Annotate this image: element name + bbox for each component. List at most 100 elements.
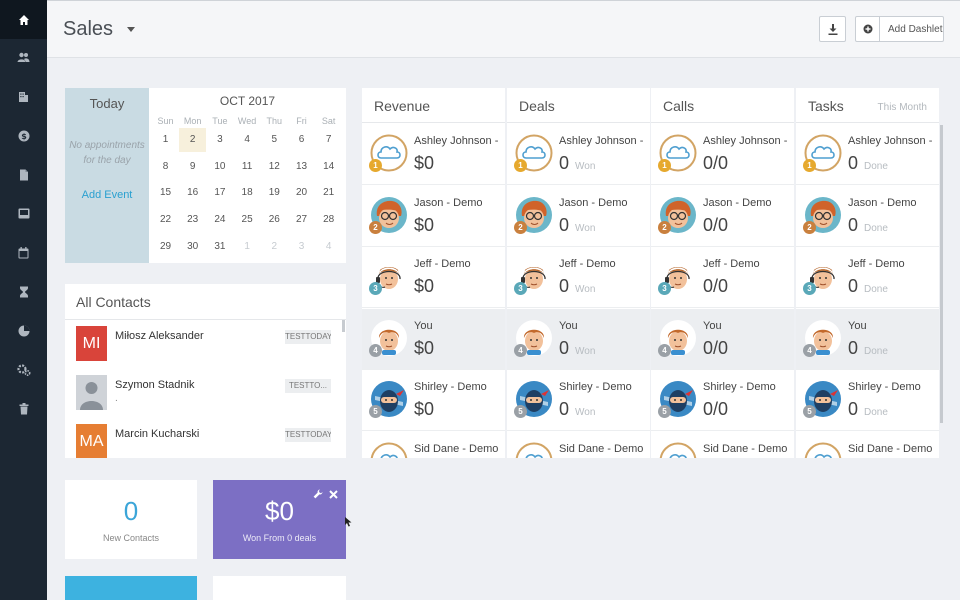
period-selector[interactable]: This Month	[878, 102, 927, 113]
leaderboard-row[interactable]: 6Sid Dane - Demo0Won	[507, 432, 650, 458]
calendar-day[interactable]: 2	[261, 235, 288, 259]
calendar-day[interactable]: 31	[206, 235, 233, 259]
calendar-day[interactable]: 17	[206, 181, 233, 205]
leaderboard-row[interactable]: 5 Shirley - Demo $0	[362, 370, 505, 432]
metric-value: 0 Won	[559, 215, 595, 236]
calendar-day[interactable]: 1	[152, 128, 179, 152]
contact-tag: TESTTODAY	[285, 330, 331, 344]
calendar-day[interactable]: 24	[206, 208, 233, 232]
contact-row[interactable]: MA Marcin Kucharski TESTTODAY	[65, 418, 339, 458]
add-dashlet-button[interactable]: Add Dashlet	[855, 16, 944, 42]
leaderboard-row[interactable]: 1 Ashley Johnson - Demo 0 Won	[507, 124, 650, 185]
calendar-day[interactable]: 6	[288, 128, 315, 152]
leaderboard-row[interactable]: 5 Shirley - Demo 0 Done	[796, 370, 939, 432]
value-number: 0/0	[703, 337, 729, 358]
calendar-day[interactable]: 29	[152, 235, 179, 259]
no-appointments-text: No appointments for the day	[69, 140, 145, 166]
calendar-day[interactable]: 30	[179, 235, 206, 259]
calendar-day[interactable]: 7	[315, 128, 342, 152]
stat-card[interactable]	[213, 576, 346, 600]
calendar-day[interactable]: 28	[315, 208, 342, 232]
sidebar-item-companies[interactable]	[0, 77, 47, 116]
rank-badge: 1	[658, 159, 671, 172]
leaderboard-row[interactable]: 2 Jason - Demo 0 Done	[796, 185, 939, 247]
sidebar-item-inbox[interactable]	[0, 194, 47, 233]
leaderboard-row[interactable]: 6Sid Dane - Demo$0	[362, 432, 505, 458]
leaderboard-row[interactable]: 2 Jason - Demo $0	[362, 185, 505, 247]
sidebar-item-deals[interactable]: $	[0, 116, 47, 155]
sidebar-item-documents[interactable]	[0, 155, 47, 194]
calendar-day[interactable]: 22	[152, 208, 179, 232]
leaderboard-row[interactable]: 2 Jason - Demo 0/0	[651, 185, 794, 247]
calendar-day[interactable]: 16	[179, 181, 206, 205]
calendar-day[interactable]: 5	[261, 128, 288, 152]
sidebar-item-settings[interactable]	[0, 350, 47, 389]
calendar-day[interactable]: 3	[288, 235, 315, 259]
column-header: Calls	[651, 88, 794, 123]
column-title: Deals	[519, 98, 555, 114]
user-name: Shirley - Demo	[703, 381, 776, 394]
leaderboard-row[interactable]: 5 Shirley - Demo 0 Won	[507, 370, 650, 432]
calendar-day[interactable]: 4	[315, 235, 342, 259]
calendar-day[interactable]: 11	[234, 155, 261, 179]
sidebar-item-reports[interactable]	[0, 311, 47, 350]
leaderboard-row[interactable]: 3 Jeff - Demo 0/0	[651, 247, 794, 309]
user-name: Jason - Demo	[848, 196, 917, 209]
user-name: Jason - Demo	[703, 196, 772, 209]
leaderboard-row[interactable]: 4 You 0 Won	[507, 308, 650, 370]
calendar-day[interactable]: 13	[288, 155, 315, 179]
leaderboard-row[interactable]: 4 You 0/0	[651, 308, 794, 370]
new-contacts-value: 0	[123, 496, 139, 526]
calendar-day[interactable]: 1	[234, 235, 261, 259]
won-deals-card[interactable]: $0 Won From 0 deals	[213, 480, 346, 559]
calendar-icon	[18, 246, 29, 258]
leaderboard-row[interactable]: 1 Ashley Johnson - Demo $0	[362, 124, 505, 185]
leaderboard-row[interactable]: 3 Jeff - Demo 0 Won	[507, 247, 650, 309]
calendar-day[interactable]: 2	[179, 128, 207, 152]
contact-row[interactable]: Szymon Stadnik . TESTTO...	[65, 369, 339, 418]
sidebar-item-trash[interactable]	[0, 389, 47, 428]
leaderboard-row[interactable]: 6Sid Dane - Demo0Done	[796, 432, 939, 458]
leaderboard-row[interactable]: 4 You 0 Done	[796, 308, 939, 370]
calendar-day[interactable]: 26	[261, 208, 288, 232]
leaderboard-row[interactable]: 6Sid Dane - Demo0/0	[651, 432, 794, 458]
column-title: Revenue	[374, 98, 431, 114]
metric-value: 0 Done	[848, 399, 888, 420]
user-name: Ashley Johnson - Demo	[414, 135, 500, 147]
leaderboard-row[interactable]: 4 You $0	[362, 308, 505, 370]
sidebar-item-home[interactable]	[0, 0, 47, 39]
sidebar-item-timer[interactable]	[0, 272, 47, 311]
calendar-day[interactable]: 20	[288, 181, 315, 205]
calendar-day[interactable]: 27	[288, 208, 315, 232]
download-button[interactable]	[819, 16, 846, 42]
calendar-day[interactable]: 12	[261, 155, 288, 179]
leaderboard-row[interactable]: 3 Jeff - Demo 0 Done	[796, 247, 939, 309]
new-contacts-card[interactable]: 0 New Contacts	[65, 480, 197, 559]
value-number: $0	[414, 153, 435, 173]
calendar-day[interactable]: 4	[234, 128, 261, 152]
calendar-day[interactable]: 3	[206, 128, 233, 152]
dashboard-selector[interactable]: Sales	[63, 18, 135, 41]
sidebar-item-calendar[interactable]	[0, 233, 47, 272]
contact-row[interactable]: MI Miłosz Aleksander TESTTODAY	[65, 320, 339, 369]
contacts-scrollbar[interactable]	[342, 320, 345, 332]
leaderboard-row[interactable]: 1 Ashley Johnson - Demo 0/0	[651, 124, 794, 185]
calendar-day[interactable]: 25	[234, 208, 261, 232]
calendar-day[interactable]: 18	[234, 181, 261, 205]
sidebar-item-contacts[interactable]	[0, 38, 47, 77]
calendar-day[interactable]: 8	[152, 155, 179, 179]
leaderboard-row[interactable]: 3 Jeff - Demo $0	[362, 247, 505, 309]
calendar-day[interactable]: 14	[315, 155, 342, 179]
calendar-day[interactable]: 19	[261, 181, 288, 205]
add-event-link[interactable]: Add Event	[65, 189, 149, 201]
calendar-day[interactable]: 10	[206, 155, 233, 179]
stat-card[interactable]	[65, 576, 197, 600]
leaderboard-row[interactable]: 5 Shirley - Demo 0/0	[651, 370, 794, 432]
leaderboard-row[interactable]: 1 Ashley Johnson - Demo 0 Done	[796, 124, 939, 185]
leaderboard-scrollbar[interactable]	[940, 125, 943, 423]
leaderboard-row[interactable]: 2 Jason - Demo 0 Won	[507, 185, 650, 247]
calendar-day[interactable]: 9	[179, 155, 206, 179]
calendar-day[interactable]: 21	[315, 181, 342, 205]
calendar-day[interactable]: 15	[152, 181, 179, 205]
calendar-day[interactable]: 23	[179, 208, 206, 232]
